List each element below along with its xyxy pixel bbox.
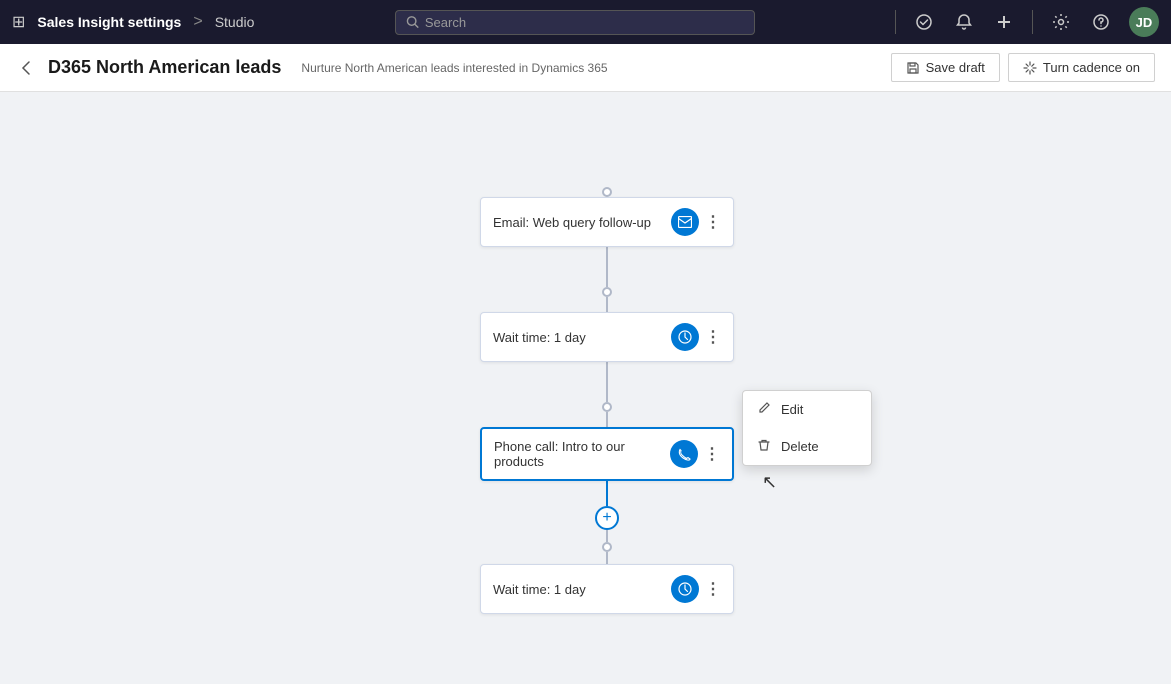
- wait2-icon-circle: [671, 575, 699, 603]
- edit-icon: [757, 401, 771, 418]
- connector-line-2b: [606, 412, 608, 427]
- top-navigation: ⊞ Sales Insight settings > Studio: [0, 0, 1171, 44]
- node-more-email[interactable]: ⋮: [705, 212, 721, 232]
- nav-settings-icon[interactable]: [1049, 10, 1073, 34]
- delete-icon: [757, 438, 771, 455]
- top-connector: [602, 187, 612, 197]
- nav-bell-icon[interactable]: [952, 10, 976, 34]
- connector-dot-3: [602, 542, 612, 552]
- app-title: Sales Insight settings: [37, 14, 181, 30]
- top-dot: [602, 187, 612, 197]
- grid-icon[interactable]: ⊞: [12, 12, 25, 32]
- context-menu-edit[interactable]: Edit: [743, 391, 871, 428]
- nav-divider-right: [1032, 10, 1033, 34]
- flow-node-1: Email: Web query follow-up ⋮: [480, 197, 734, 247]
- flow-node-3: Phone call: Intro to our products ⋮: [480, 427, 734, 481]
- context-menu-delete[interactable]: Delete: [743, 428, 871, 465]
- flow-container: Email: Web query follow-up ⋮ Wait time: …: [480, 187, 734, 614]
- node-label-wait1: Wait time: 1 day: [493, 330, 663, 345]
- node-label-wait2: Wait time: 1 day: [493, 582, 663, 597]
- add-step-button[interactable]: +: [595, 506, 619, 530]
- connector-line-1: [606, 247, 608, 287]
- node-label-phone: Phone call: Intro to our products: [494, 439, 662, 469]
- page-subtitle: Nurture North American leads interested …: [301, 61, 607, 75]
- node-more-phone[interactable]: ⋮: [704, 444, 720, 464]
- sub-header: D365 North American leads Nurture North …: [0, 44, 1171, 92]
- cursor-indicator: ↖: [762, 472, 777, 493]
- connector-1: [602, 247, 612, 312]
- email-icon-circle: [671, 208, 699, 236]
- connector-line-1b: [606, 297, 608, 312]
- nav-right-icons: JD: [895, 7, 1159, 37]
- connector-2: [602, 362, 612, 427]
- context-menu: Edit Delete: [742, 390, 872, 466]
- search-input[interactable]: [425, 15, 744, 30]
- search-icon: [406, 15, 419, 29]
- canvas: Email: Web query follow-up ⋮ Wait time: …: [0, 92, 1171, 684]
- nav-plus-icon[interactable]: [992, 10, 1016, 34]
- user-avatar[interactable]: JD: [1129, 7, 1159, 37]
- studio-label: Studio: [215, 14, 255, 30]
- node-card-wait1[interactable]: Wait time: 1 day ⋮: [480, 312, 734, 362]
- node-card-wait2[interactable]: Wait time: 1 day ⋮: [480, 564, 734, 614]
- nav-help-icon[interactable]: [1089, 10, 1113, 34]
- header-actions: Save draft Turn cadence on: [891, 53, 1155, 82]
- nav-check-icon[interactable]: [912, 10, 936, 34]
- wait1-icon-circle: [671, 323, 699, 351]
- node-more-wait1[interactable]: ⋮: [705, 327, 721, 347]
- turn-cadence-on-button[interactable]: Turn cadence on: [1008, 53, 1155, 82]
- save-draft-button[interactable]: Save draft: [891, 53, 1000, 82]
- connector-dot-1: [602, 287, 612, 297]
- flow-node-4: Wait time: 1 day ⋮: [480, 564, 734, 614]
- back-button[interactable]: [16, 58, 36, 78]
- connector-line-3c: [606, 552, 608, 564]
- node-more-wait2[interactable]: ⋮: [705, 579, 721, 599]
- connector-dot-2: [602, 402, 612, 412]
- node-card-phone[interactable]: Phone call: Intro to our products ⋮: [480, 427, 734, 481]
- context-delete-label: Delete: [781, 439, 819, 454]
- flow-node-2: Wait time: 1 day ⋮: [480, 312, 734, 362]
- nav-divider-left: [895, 10, 896, 34]
- node-label-email: Email: Web query follow-up: [493, 215, 663, 230]
- toggle-icon: [1023, 61, 1037, 75]
- connector-line-3: [606, 481, 608, 506]
- nav-separator: >: [193, 13, 202, 31]
- save-icon: [906, 61, 920, 75]
- connector-3: +: [595, 481, 619, 564]
- search-bar[interactable]: [395, 10, 755, 35]
- phone-icon-circle: [670, 440, 698, 468]
- context-edit-label: Edit: [781, 402, 803, 417]
- connector-line-2: [606, 362, 608, 402]
- page-title: D365 North American leads: [48, 57, 281, 78]
- node-card-email[interactable]: Email: Web query follow-up ⋮: [480, 197, 734, 247]
- connector-line-3b: [606, 530, 608, 542]
